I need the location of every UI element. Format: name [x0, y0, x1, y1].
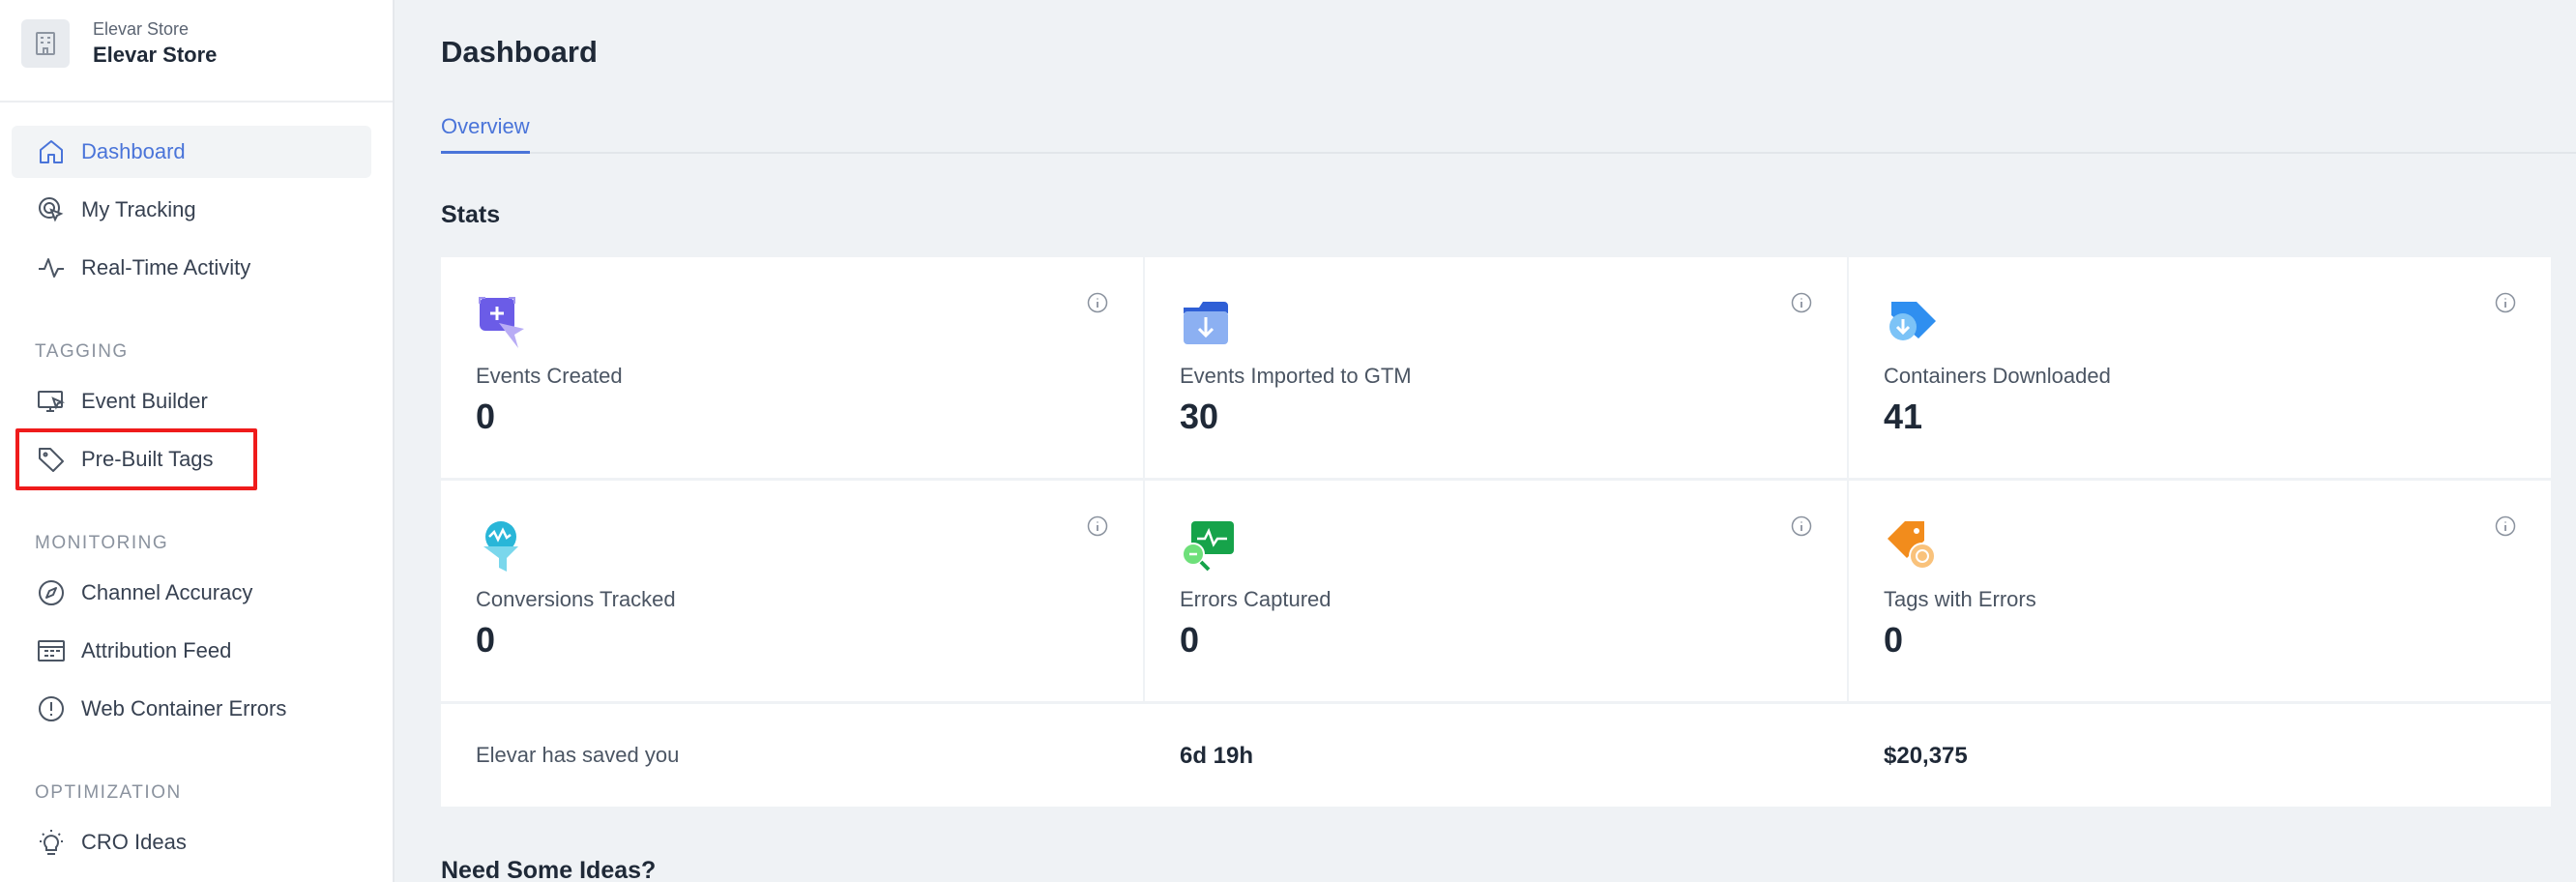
target-cursor-icon	[35, 193, 68, 226]
stat-label: Events Created	[476, 364, 623, 388]
highlight-box	[15, 428, 257, 490]
store-subtitle: Elevar Store	[93, 19, 190, 39]
savings-summary: Elevar has saved you 6d 19h $20,375	[441, 704, 2551, 807]
store-switcher[interactable]: Elevar Store Elevar Store	[21, 17, 217, 70]
store-building-icon	[21, 19, 70, 68]
info-icon[interactable]	[1087, 515, 1108, 537]
nav-label: Attribution Feed	[81, 638, 232, 662]
activity-pulse-icon	[35, 251, 68, 284]
nav-web-container-errors[interactable]: Web Container Errors	[12, 683, 371, 735]
nav-cro-ideas[interactable]: CRO Ideas	[12, 816, 371, 868]
tab-overview[interactable]: Overview	[441, 114, 530, 154]
stat-card-events-imported: Events Imported to GTM 30	[1145, 257, 1847, 478]
compass-icon	[35, 576, 68, 609]
stat-value: 0	[1884, 620, 1904, 660]
info-icon[interactable]	[1791, 292, 1812, 313]
stat-value: 41	[1884, 397, 1923, 436]
nav-label: Real-Time Activity	[81, 255, 251, 279]
stat-label: Events Imported to GTM	[1180, 364, 1412, 388]
ideas-title: Need Some Ideas?	[441, 857, 657, 882]
section-label-tagging: TAGGING	[35, 341, 129, 362]
nav-label: CRO Ideas	[81, 830, 187, 854]
nav-label: Channel Accuracy	[81, 580, 253, 604]
stats-title: Stats	[441, 201, 501, 228]
container-download-icon	[1884, 294, 1940, 350]
savings-time: 6d 19h	[1180, 743, 1254, 769]
stat-value: 0	[1180, 620, 1200, 660]
section-label-monitoring: MONITORING	[35, 533, 169, 553]
savings-money: $20,375	[1884, 743, 1968, 769]
nav-my-tracking[interactable]: My Tracking	[12, 184, 371, 236]
stat-card-containers-downloaded: Containers Downloaded 41	[1849, 257, 2551, 478]
stat-value: 30	[1180, 397, 1219, 436]
stat-value: 0	[476, 397, 496, 436]
main-content: Dashboard Overview Stats Events Created …	[395, 0, 2576, 882]
info-icon[interactable]	[1791, 515, 1812, 537]
section-label-optimization: OPTIMIZATION	[35, 782, 182, 803]
errors-monitor-icon	[1180, 517, 1236, 573]
conversion-funnel-icon	[476, 517, 532, 573]
page-title: Dashboard	[441, 35, 598, 69]
nav-channel-accuracy[interactable]: Channel Accuracy	[12, 567, 371, 619]
stat-card-tags-with-errors: Tags with Errors 0	[1849, 481, 2551, 701]
stat-card-errors-captured: Errors Captured 0	[1145, 481, 1847, 701]
nav-label: My Tracking	[81, 197, 196, 221]
nav-event-builder[interactable]: Event Builder	[12, 375, 371, 427]
lightbulb-icon	[35, 826, 68, 859]
calendar-table-icon	[35, 634, 68, 667]
info-icon[interactable]	[2495, 292, 2516, 313]
nav-dashboard[interactable]: Dashboard	[12, 126, 371, 178]
stat-label: Tags with Errors	[1884, 587, 2036, 611]
nav-label: Event Builder	[81, 389, 208, 413]
nav-label: Web Container Errors	[81, 696, 287, 720]
home-icon	[35, 135, 68, 168]
tabs-divider	[441, 152, 2576, 154]
store-name: Elevar Store	[93, 43, 218, 67]
events-created-icon	[476, 294, 532, 350]
info-icon[interactable]	[1087, 292, 1108, 313]
alert-circle-icon	[35, 692, 68, 725]
stat-label: Containers Downloaded	[1884, 364, 2111, 388]
savings-label: Elevar has saved you	[476, 743, 680, 767]
stat-card-events-created: Events Created 0	[441, 257, 1143, 478]
stat-label: Conversions Tracked	[476, 587, 676, 611]
divider	[0, 101, 393, 103]
gtm-import-icon	[1180, 294, 1236, 350]
nav-attribution-feed[interactable]: Attribution Feed	[12, 625, 371, 677]
stat-value: 0	[476, 620, 496, 660]
monitor-cursor-icon	[35, 385, 68, 418]
sidebar: Elevar Store Elevar Store Dashboard My T…	[0, 0, 395, 882]
nav-realtime-activity[interactable]: Real-Time Activity	[12, 242, 371, 294]
nav-label: Dashboard	[81, 139, 186, 163]
stat-card-conversions-tracked: Conversions Tracked 0	[441, 481, 1143, 701]
tag-error-icon	[1884, 517, 1940, 573]
stat-label: Errors Captured	[1180, 587, 1332, 611]
info-icon[interactable]	[2495, 515, 2516, 537]
